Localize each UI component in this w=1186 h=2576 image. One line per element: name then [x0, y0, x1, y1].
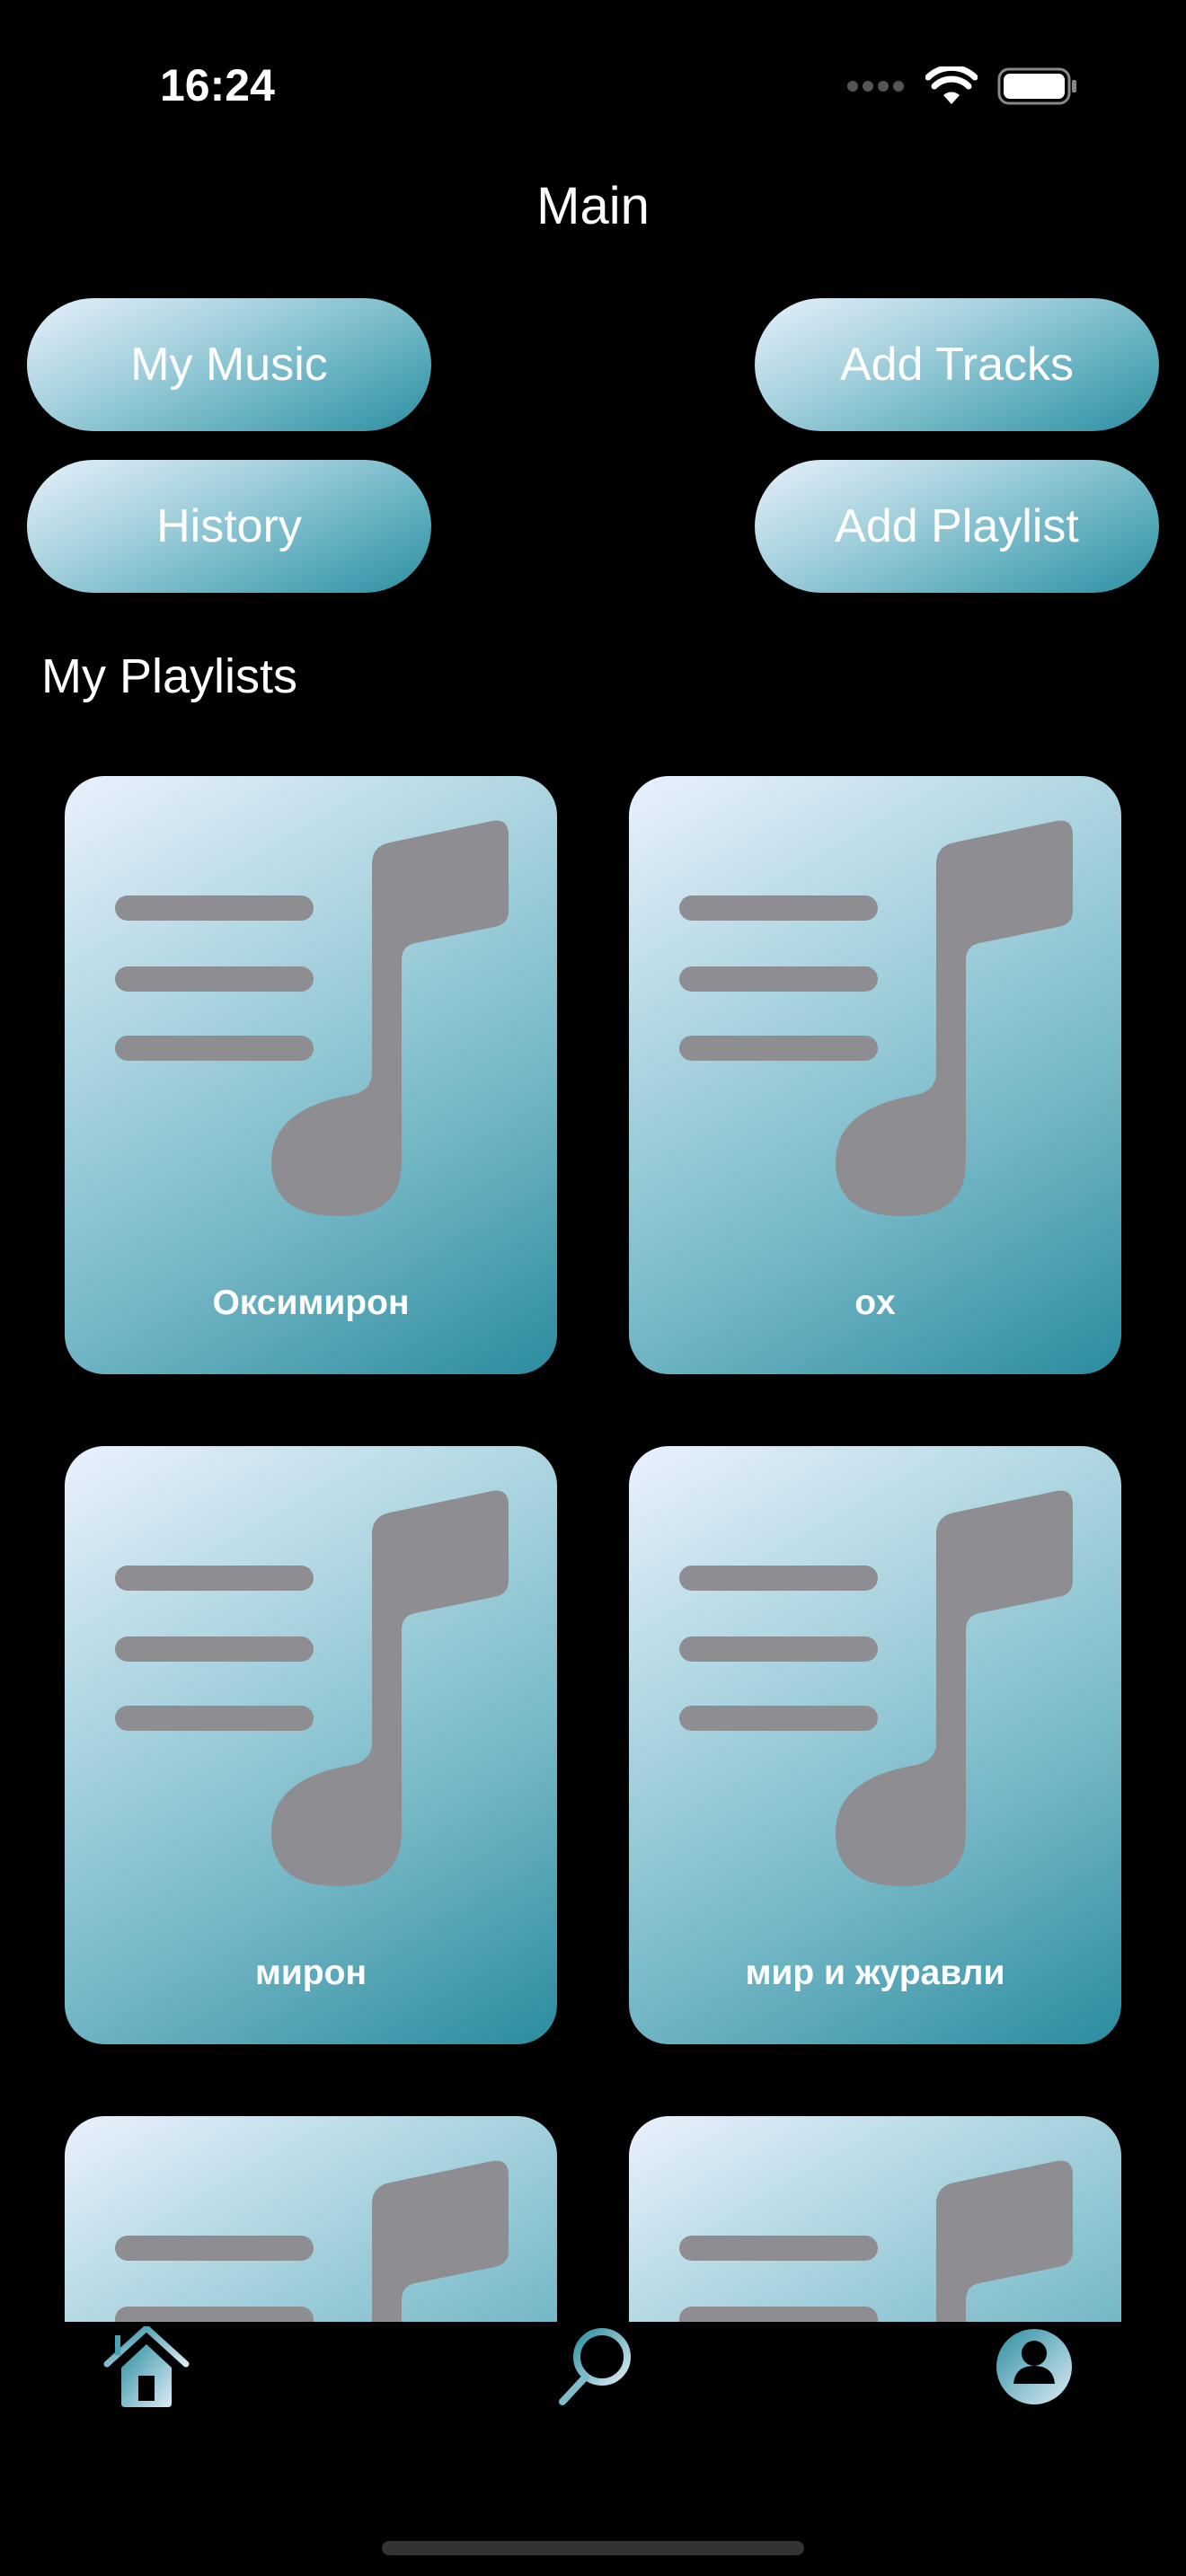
tab-profile[interactable] — [985, 2326, 1084, 2416]
my-music-button[interactable]: My Music — [27, 298, 431, 431]
search-icon — [559, 2328, 631, 2405]
playlist-name: мир и журавли — [745, 1954, 1005, 1992]
music-note-list-icon — [115, 2160, 509, 2322]
playlist-card[interactable]: мир и журавли — [629, 1446, 1121, 2044]
content-scroll[interactable]: My Music Add Tracks History Add Playlist… — [0, 0, 1186, 2322]
home-indicator — [382, 2541, 804, 2555]
tab-search[interactable] — [544, 2326, 642, 2416]
playlist-name: мирон — [254, 1954, 367, 1992]
playlist-card[interactable]: мирон — [65, 1446, 557, 2044]
music-note-list-icon — [679, 2160, 1073, 2322]
home-icon — [103, 2326, 190, 2407]
section-title: My Playlists — [41, 649, 298, 703]
add-tracks-button[interactable]: Add Tracks — [755, 298, 1159, 431]
playlist-card[interactable] — [629, 2116, 1121, 2322]
playlist-card[interactable] — [65, 2116, 557, 2322]
add-playlist-button[interactable]: Add Playlist — [755, 460, 1159, 593]
profile-icon — [996, 2329, 1072, 2404]
playlist-name: ox — [854, 1284, 896, 1322]
history-button[interactable]: History — [27, 460, 431, 593]
playlist-card[interactable]: ox — [629, 776, 1121, 1374]
playlist-card[interactable]: Оксимирон — [65, 776, 557, 1374]
tab-home[interactable] — [97, 2326, 196, 2416]
playlist-name: Оксимирон — [212, 1284, 410, 1322]
